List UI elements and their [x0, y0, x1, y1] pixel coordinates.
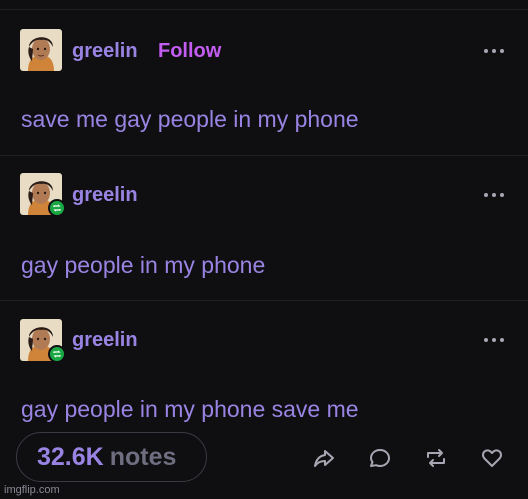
username[interactable]: greelin: [72, 329, 138, 352]
post-2: greelin gay people in my phone: [0, 156, 528, 301]
follow-button[interactable]: Follow: [158, 40, 221, 63]
more-options-icon[interactable]: [484, 335, 506, 345]
username[interactable]: greelin: [72, 40, 138, 63]
like-icon[interactable]: [480, 446, 504, 470]
post-3: greelin gay people in my phone save me: [0, 301, 528, 441]
reply-icon[interactable]: [368, 446, 392, 470]
avatar-image: [20, 29, 62, 71]
reblog-badge-icon: [48, 199, 66, 217]
watermark: imgflip.com: [4, 484, 60, 496]
more-options-icon[interactable]: [484, 190, 506, 200]
post-text: save me gay people in my phone: [21, 106, 359, 132]
reblog-icon[interactable]: [424, 446, 448, 470]
avatar[interactable]: [20, 319, 66, 363]
post-1: greelin Follow save me gay people in my …: [0, 10, 528, 156]
more-options-icon[interactable]: [484, 46, 506, 56]
notes-button[interactable]: 32.6K notes: [16, 432, 207, 482]
avatar[interactable]: [20, 29, 62, 71]
username[interactable]: greelin: [72, 184, 138, 207]
post-text: gay people in my phone save me: [21, 396, 359, 422]
share-icon[interactable]: [312, 446, 336, 470]
reblog-badge-icon: [48, 345, 66, 363]
notes-label: notes: [109, 442, 177, 471]
notes-count: 32.6K: [37, 442, 104, 471]
post-text: gay people in my phone: [21, 252, 266, 278]
post-card: greelin Follow save me gay people in my …: [0, 0, 528, 499]
avatar[interactable]: [20, 173, 66, 217]
